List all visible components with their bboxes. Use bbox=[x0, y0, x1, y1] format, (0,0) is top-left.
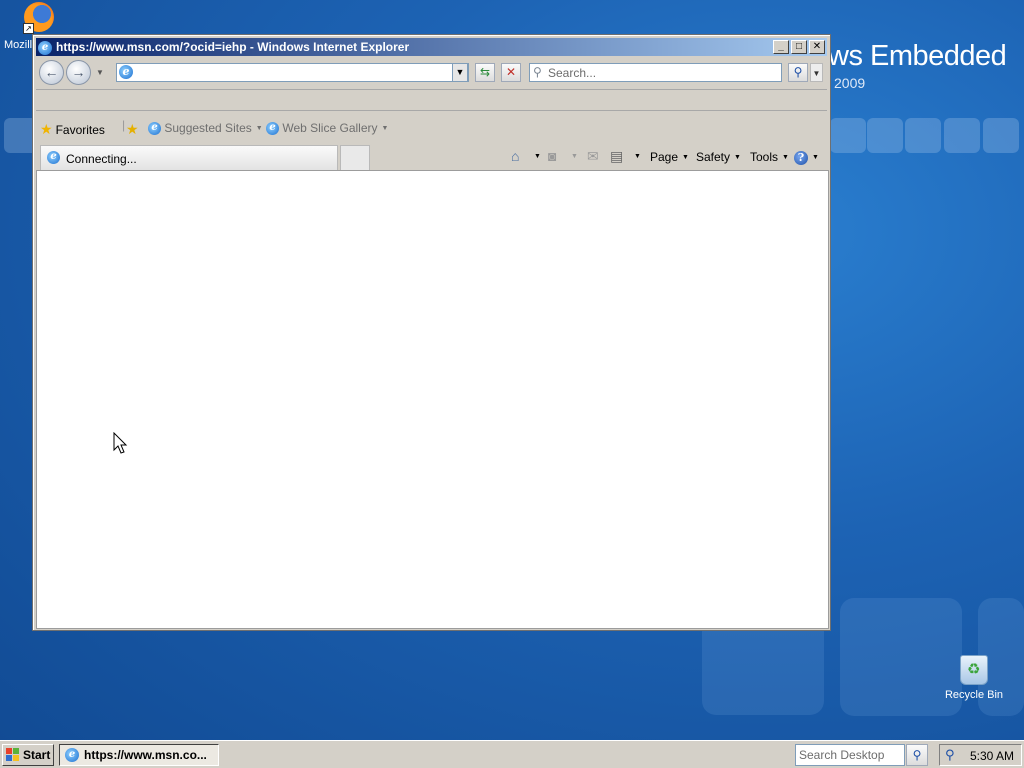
ie-window: e https://www.msn.com/?ocid=iehp - Windo… bbox=[32, 34, 831, 631]
help-menu[interactable]: ? ▼ bbox=[794, 150, 819, 165]
decorative-tile bbox=[867, 118, 903, 153]
forward-button[interactable]: → bbox=[66, 60, 91, 85]
web-slice-gallery-link[interactable]: e Web Slice Gallery ▼ bbox=[266, 121, 388, 136]
decorative-tile bbox=[905, 118, 941, 153]
favorites-button[interactable]: ★ Favorites bbox=[40, 121, 105, 138]
add-favorite-icon: ★ bbox=[126, 121, 139, 137]
search-options-dropdown[interactable]: ▼ bbox=[810, 63, 823, 82]
search-input[interactable] bbox=[548, 65, 778, 80]
home-icon[interactable]: ⌂ bbox=[511, 148, 519, 164]
new-tab-button[interactable] bbox=[340, 145, 370, 170]
safety-menu[interactable]: Safety ▼ bbox=[696, 150, 741, 164]
safety-menu-label: Safety bbox=[696, 150, 731, 164]
page-menu-label: Page bbox=[650, 150, 679, 164]
back-button[interactable]: ← bbox=[39, 60, 64, 85]
menu-strip bbox=[36, 89, 827, 111]
recycle-bin[interactable]: Recycle Bin bbox=[940, 655, 1008, 701]
address-dropdown-button[interactable]: ▼ bbox=[452, 63, 468, 82]
desktop-search-button[interactable]: ⚲ bbox=[906, 744, 928, 766]
page-content[interactable] bbox=[36, 170, 829, 629]
mouse-cursor-icon bbox=[113, 432, 128, 454]
tab-current[interactable]: e Connecting... bbox=[40, 145, 338, 170]
shortcut-arrow-icon: ↗ bbox=[23, 23, 34, 34]
star-icon: ★ bbox=[40, 121, 53, 137]
tools-menu[interactable]: Tools ▼ bbox=[750, 150, 789, 164]
stop-button[interactable]: ✕ bbox=[501, 63, 521, 82]
minimize-button[interactable]: _ bbox=[773, 40, 789, 54]
loading-page-icon: e bbox=[47, 151, 60, 164]
refresh-button[interactable]: ⇆ bbox=[475, 63, 495, 82]
search-box[interactable]: ⚲ bbox=[529, 63, 782, 82]
desktop-search-box[interactable] bbox=[795, 744, 905, 766]
brand-year: 2009 bbox=[834, 75, 866, 91]
brand-text: ws Embedded bbox=[828, 40, 1007, 72]
taskbar-ie-label: https://www.msn.co... bbox=[84, 748, 207, 762]
taskbar-ie-button[interactable]: e https://www.msn.co... bbox=[59, 744, 219, 766]
mail-icon[interactable]: ✉ bbox=[587, 148, 599, 165]
window-title: https://www.msn.com/?ocid=iehp - Windows… bbox=[56, 40, 410, 54]
add-to-favorites-bar-button[interactable]: ★ bbox=[126, 121, 142, 138]
page-menu[interactable]: Page ▼ bbox=[650, 150, 689, 164]
suggested-sites-label: Suggested Sites bbox=[164, 121, 252, 135]
clock[interactable]: 5:30 AM bbox=[970, 749, 1014, 763]
feeds-icon[interactable]: ◙ bbox=[548, 148, 556, 164]
page-icon: e bbox=[119, 65, 133, 79]
home-dropdown[interactable]: ▼ bbox=[534, 153, 541, 160]
close-button[interactable]: ✕ bbox=[809, 40, 825, 54]
recycle-bin-label: Recycle Bin bbox=[944, 689, 1004, 701]
tab-bar: e Connecting... ⌂ ▼ ◙ ▼ ✉ ▤ ▼ Page ▼ Safe… bbox=[36, 143, 827, 170]
tab-label: Connecting... bbox=[66, 152, 137, 166]
address-bar[interactable]: e bbox=[116, 63, 469, 82]
separator: | bbox=[122, 118, 126, 132]
search-icon: ⚲ bbox=[533, 65, 542, 79]
ie-page-icon: e bbox=[148, 122, 161, 136]
system-tray: ⚲ 5:30 AM bbox=[939, 744, 1022, 766]
print-dropdown[interactable]: ▼ bbox=[634, 153, 641, 160]
decorative-tile bbox=[983, 118, 1019, 153]
suggested-sites-link[interactable]: e Suggested Sites ▼ bbox=[148, 121, 263, 136]
ie-page-icon: e bbox=[266, 122, 279, 136]
search-go-button[interactable]: ⚲ bbox=[788, 63, 808, 82]
recycle-bin-icon bbox=[960, 655, 988, 685]
title-bar[interactable]: e https://www.msn.com/?ocid=iehp - Windo… bbox=[36, 38, 827, 56]
print-icon[interactable]: ▤ bbox=[610, 148, 623, 165]
start-button[interactable]: Start bbox=[2, 744, 54, 766]
ie-logo-icon: e bbox=[38, 39, 52, 55]
ie-taskbar-icon: e bbox=[65, 748, 79, 762]
web-slice-gallery-label: Web Slice Gallery bbox=[282, 121, 378, 135]
taskbar: Start e https://www.msn.co... ⚲ ⚲ 5:30 A… bbox=[0, 740, 1024, 768]
maximize-button[interactable]: □ bbox=[791, 40, 807, 54]
start-label: Start bbox=[23, 748, 51, 762]
favorites-label: Favorites bbox=[55, 123, 105, 137]
feeds-dropdown[interactable]: ▼ bbox=[571, 153, 578, 160]
tray-search-icon[interactable]: ⚲ bbox=[945, 747, 955, 763]
windows-logo-icon bbox=[6, 748, 20, 762]
desktop-search-input[interactable] bbox=[799, 748, 901, 762]
help-icon: ? bbox=[794, 151, 808, 165]
tools-menu-label: Tools bbox=[750, 150, 779, 164]
favorites-bar: ★ Favorites | ★ e Suggested Sites ▼ e Web … bbox=[36, 115, 827, 141]
recent-pages-dropdown[interactable]: ▼ bbox=[96, 68, 104, 77]
decorative-tile bbox=[944, 118, 980, 153]
decorative-tile bbox=[830, 118, 866, 153]
